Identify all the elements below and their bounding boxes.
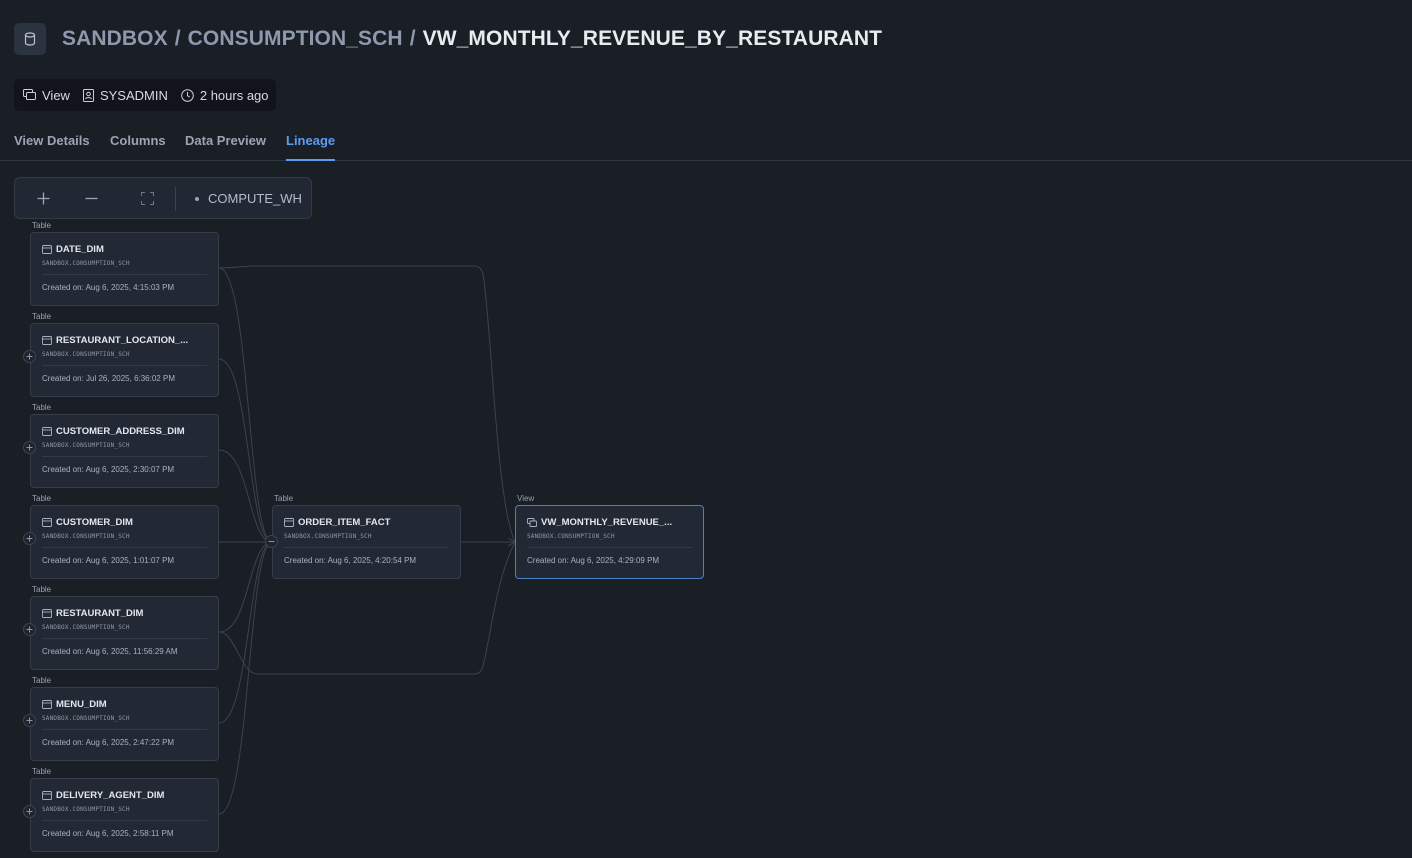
node-created: Created on: Aug 6, 2025, 1:01:07 PM — [42, 556, 175, 565]
node-divider — [42, 274, 207, 275]
node-created: Created on: Aug 6, 2025, 4:20:54 PM — [284, 556, 417, 565]
node-divider — [42, 365, 207, 366]
app: SANDBOX / CONSUMPTION_SCH / VW_MONTHLY_R… — [0, 0, 1412, 858]
node-type-label: Table — [32, 221, 52, 230]
table-icon — [42, 427, 52, 436]
edge-restaurant-location — [218, 358, 273, 543]
node-created: Created on: Aug 6, 2025, 2:58:11 PM — [42, 829, 174, 838]
node-divider — [42, 547, 207, 548]
node-name: RESTAURANT_DIM — [56, 608, 144, 619]
node-schema: SANDBOX.CONSUMPTION_SCH — [527, 533, 615, 540]
plus-icon — [26, 353, 33, 360]
expand-upstream-button[interactable] — [23, 623, 36, 636]
table-icon — [42, 518, 52, 527]
lineage-node-customer-address-dim[interactable]: CUSTOMER_ADDRESS_DIM SANDBOX.CONSUMPTION_… — [30, 414, 219, 488]
table-icon — [284, 518, 294, 527]
node-type-label: Table — [32, 676, 52, 685]
edge-date-dim — [218, 267, 273, 543]
lineage-node-delivery-agent-dim[interactable]: DELIVERY_AGENT_DIM SANDBOX.CONSUMPTION_SC… — [30, 778, 219, 852]
node-schema: SANDBOX.CONSUMPTION_SCH — [42, 533, 130, 540]
node-created: Created on: Jul 26, 2025, 6:36:02 PM — [42, 374, 175, 383]
warehouse-status-dot — [195, 197, 199, 201]
node-type-label: View — [517, 494, 535, 503]
node-name: MENU_DIM — [56, 699, 107, 710]
zoom-out-button[interactable] — [81, 188, 101, 208]
lineage-node-restaurant-location[interactable]: RESTAURANT_LOCATION_... SANDBOX.CONSUMPTI… — [30, 323, 219, 397]
edge-date-to-view — [218, 265, 516, 543]
node-divider — [42, 729, 207, 730]
node-schema: SANDBOX.CONSUMPTION_SCH — [42, 806, 130, 813]
collapse-upstream-button[interactable] — [265, 535, 278, 548]
warehouse-selector[interactable]: COMPUTE_WH — [208, 191, 302, 206]
node-name: CUSTOMER_ADDRESS_DIM — [56, 426, 185, 437]
node-name: ORDER_ITEM_FACT — [298, 517, 391, 528]
node-schema: SANDBOX.CONSUMPTION_SCH — [42, 351, 130, 358]
expand-upstream-button[interactable] — [23, 441, 36, 454]
lineage-node-restaurant-dim[interactable]: RESTAURANT_DIM SANDBOX.CONSUMPTION_SCH Cre… — [30, 596, 219, 670]
node-name: CUSTOMER_DIM — [56, 517, 133, 528]
edge-menu-dim — [218, 541, 273, 724]
table-icon — [42, 609, 52, 618]
table-icon — [42, 700, 52, 709]
lineage-node-menu-dim[interactable]: MENU_DIM SANDBOX.CONSUMPTION_SCH Created o… — [30, 687, 219, 761]
plus-icon — [26, 444, 33, 451]
zoom-in-button[interactable] — [33, 188, 53, 208]
node-type-label: Table — [32, 494, 52, 503]
toolbar-divider — [175, 187, 176, 211]
node-schema: SANDBOX.CONSUMPTION_SCH — [284, 533, 372, 540]
plus-icon — [26, 808, 33, 815]
node-divider — [42, 638, 207, 639]
node-type-label: Table — [32, 403, 52, 412]
table-icon — [42, 245, 52, 254]
node-created: Created on: Aug 6, 2025, 11:56:29 AM — [42, 647, 178, 656]
expand-upstream-button[interactable] — [23, 805, 36, 818]
node-schema: SANDBOX.CONSUMPTION_SCH — [42, 715, 130, 722]
lineage-node-order-item-fact[interactable]: ORDER_ITEM_FACT SANDBOX.CONSUMPTION_SCH … — [272, 505, 461, 579]
plus-icon — [37, 192, 49, 204]
edge-delivery-agent — [218, 541, 273, 815]
node-created: Created on: Aug 6, 2025, 4:29:09 PM — [527, 556, 660, 565]
node-schema: SANDBOX.CONSUMPTION_SCH — [42, 624, 130, 631]
lineage-node-date-dim[interactable]: DATE_DIM SANDBOX.CONSUMPTION_SCH Created o… — [30, 232, 219, 306]
node-name: RESTAURANT_LOCATION_... — [56, 335, 189, 346]
node-divider — [42, 820, 207, 821]
node-type-label: Table — [32, 767, 52, 776]
node-schema: SANDBOX.CONSUMPTION_SCH — [42, 442, 130, 449]
fit-screen-icon — [140, 191, 154, 205]
node-type-label: Table — [32, 585, 52, 594]
minus-icon — [268, 541, 275, 542]
node-name: DELIVERY_AGENT_DIM — [56, 790, 165, 801]
fit-view-button[interactable] — [137, 188, 157, 208]
lineage-toolbar: COMPUTE_WH — [14, 177, 312, 219]
minus-icon — [85, 197, 97, 199]
expand-upstream-button[interactable] — [23, 350, 36, 363]
node-name: DATE_DIM — [56, 244, 104, 255]
expand-upstream-button[interactable] — [23, 714, 36, 727]
node-created: Created on: Aug 6, 2025, 4:15:03 PM — [42, 283, 175, 292]
node-type-label: Table — [274, 494, 294, 503]
node-created: Created on: Aug 6, 2025, 2:30:07 PM — [42, 465, 175, 474]
lineage-node-target-view[interactable]: VW_MONTHLY_REVENUE_... SANDBOX.CONSUMPTI… — [515, 505, 704, 579]
plus-icon — [26, 717, 33, 724]
lineage-node-customer-dim[interactable]: CUSTOMER_DIM SANDBOX.CONSUMPTION_SCH Creat… — [30, 505, 219, 579]
edge-customer-address — [218, 449, 273, 543]
plus-icon — [26, 535, 33, 542]
node-type-label: Table — [32, 312, 52, 321]
view-icon — [527, 518, 537, 527]
plus-icon — [26, 626, 33, 633]
table-icon — [42, 791, 52, 800]
node-created: Created on: Aug 6, 2025, 2:47:22 PM — [42, 738, 175, 747]
expand-upstream-button[interactable] — [23, 532, 36, 545]
node-name: VW_MONTHLY_REVENUE_... — [541, 517, 673, 528]
node-divider — [42, 456, 207, 457]
node-divider — [527, 547, 692, 548]
node-schema: SANDBOX.CONSUMPTION_SCH — [42, 260, 130, 267]
table-icon — [42, 336, 52, 345]
node-divider — [284, 547, 449, 548]
